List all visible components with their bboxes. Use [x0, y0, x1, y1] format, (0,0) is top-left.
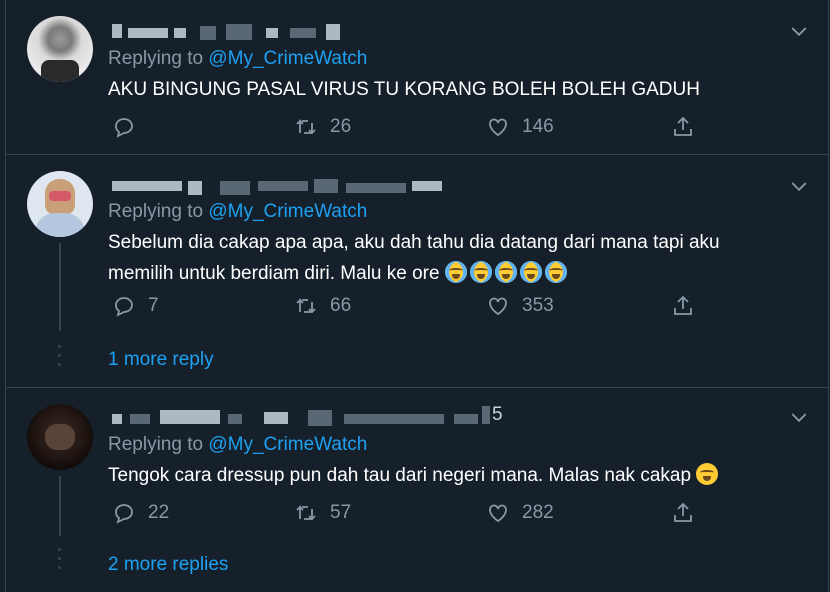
chevron-down-icon[interactable] [790, 408, 808, 426]
tweet-2[interactable]: Replying to @My_CrimeWatch Sebelum dia c… [6, 155, 828, 388]
mention-link[interactable]: @My_CrimeWatch [208, 48, 367, 69]
share-icon [674, 502, 692, 522]
reply-icon [115, 504, 133, 524]
mention-link[interactable]: @My_CrimeWatch [208, 434, 367, 455]
retweet-button[interactable]: 26 [294, 112, 351, 142]
replying-to: Replying to @My_CrimeWatch [108, 434, 368, 455]
mention-link[interactable]: @My_CrimeWatch [208, 201, 367, 222]
like-icon [489, 504, 507, 523]
retweet-button[interactable]: 57 [294, 498, 351, 528]
tweet-actions: 7 66 353 [108, 291, 728, 321]
blurred-user-name[interactable] [108, 20, 368, 44]
loudly-crying-face-icon [469, 261, 492, 283]
chevron-down-icon[interactable] [790, 22, 808, 40]
retweet-icon [296, 504, 316, 520]
avatar[interactable] [27, 16, 93, 82]
tweet-text: Sebelum dia cakap apa apa, aku dah tahu … [108, 232, 720, 284]
reply-button[interactable]: 22 [112, 498, 169, 528]
share-button[interactable] [671, 498, 695, 528]
tweet-actions: 22 57 282 [108, 498, 728, 528]
reply-thread: Replying to @My_CrimeWatch AKU BINGUNG P… [5, 0, 829, 592]
replying-to: Replying to @My_CrimeWatch [108, 201, 368, 222]
thread-line [59, 243, 61, 331]
tweet-text: AKU BINGUNG PASAL VIRUS TU KORANG BOLEH … [108, 79, 700, 100]
thread-dots [58, 345, 62, 372]
avatar[interactable] [27, 171, 93, 237]
show-more-replies-link[interactable]: 1 more reply [108, 349, 214, 371]
avatar[interactable] [27, 404, 93, 470]
chevron-down-icon[interactable] [790, 177, 808, 195]
loudly-crying-face-icon [544, 261, 567, 283]
like-button[interactable]: 282 [486, 498, 554, 528]
show-more-replies-link[interactable]: 2 more replies [108, 554, 228, 576]
reply-icon [115, 297, 133, 317]
like-button[interactable]: 353 [486, 291, 554, 321]
reply-button[interactable] [112, 112, 148, 142]
retweet-icon [296, 297, 316, 313]
blurred-user-name[interactable]: 5 [108, 404, 518, 430]
like-icon [489, 118, 507, 137]
share-button[interactable] [671, 112, 695, 142]
thread-dots [58, 548, 62, 575]
like-icon [489, 297, 507, 316]
loudly-crying-face-icon [519, 261, 542, 283]
reply-button[interactable]: 7 [112, 291, 159, 321]
reply-icon [115, 118, 133, 138]
share-button[interactable] [671, 291, 695, 321]
pensive-face-icon [696, 463, 719, 485]
name-suffix: 5 [492, 404, 503, 425]
share-icon [674, 295, 692, 315]
tweet-actions: 26 146 [108, 112, 728, 142]
like-button[interactable]: 146 [486, 112, 554, 142]
retweet-button[interactable]: 66 [294, 291, 351, 321]
tweet-1[interactable]: Replying to @My_CrimeWatch AKU BINGUNG P… [6, 0, 828, 155]
loudly-crying-face-icon [494, 261, 517, 283]
thread-line [59, 476, 61, 536]
tweet-text: Tengok cara dressup pun dah tau dari neg… [108, 460, 788, 491]
loudly-crying-face-icon [444, 261, 467, 283]
blurred-user-name[interactable] [108, 175, 468, 199]
share-icon [674, 116, 692, 136]
replying-to: Replying to @My_CrimeWatch [108, 48, 368, 69]
retweet-icon [296, 118, 316, 134]
emoji-group [444, 261, 570, 284]
tweet-3[interactable]: 5 Replying to @My_CrimeWatch Tengok cara… [6, 388, 828, 592]
